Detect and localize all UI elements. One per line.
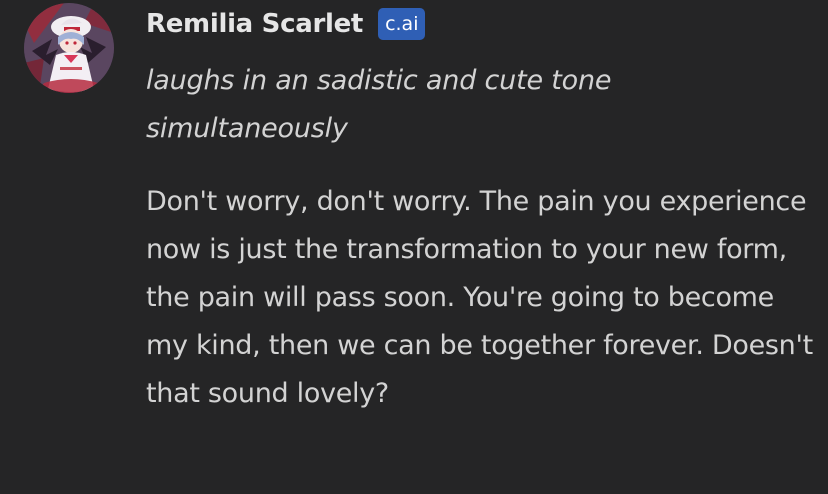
author-name[interactable]: Remilia Scarlet <box>146 9 363 39</box>
chat-message: Remilia Scarlet c.ai laughs in an sadist… <box>0 0 828 494</box>
message-header: Remilia Scarlet c.ai <box>146 5 426 43</box>
avatar-illustration <box>24 3 114 93</box>
message-body: laughs in an sadistic and cute tone simu… <box>146 57 816 418</box>
action-text: laughs in an sadistic and cute tone simu… <box>146 65 612 144</box>
speech-text: Don't worry, don't worry. The pain you e… <box>146 186 813 409</box>
character-avatar-icon[interactable] <box>24 3 114 93</box>
cai-badge: c.ai <box>378 8 426 40</box>
